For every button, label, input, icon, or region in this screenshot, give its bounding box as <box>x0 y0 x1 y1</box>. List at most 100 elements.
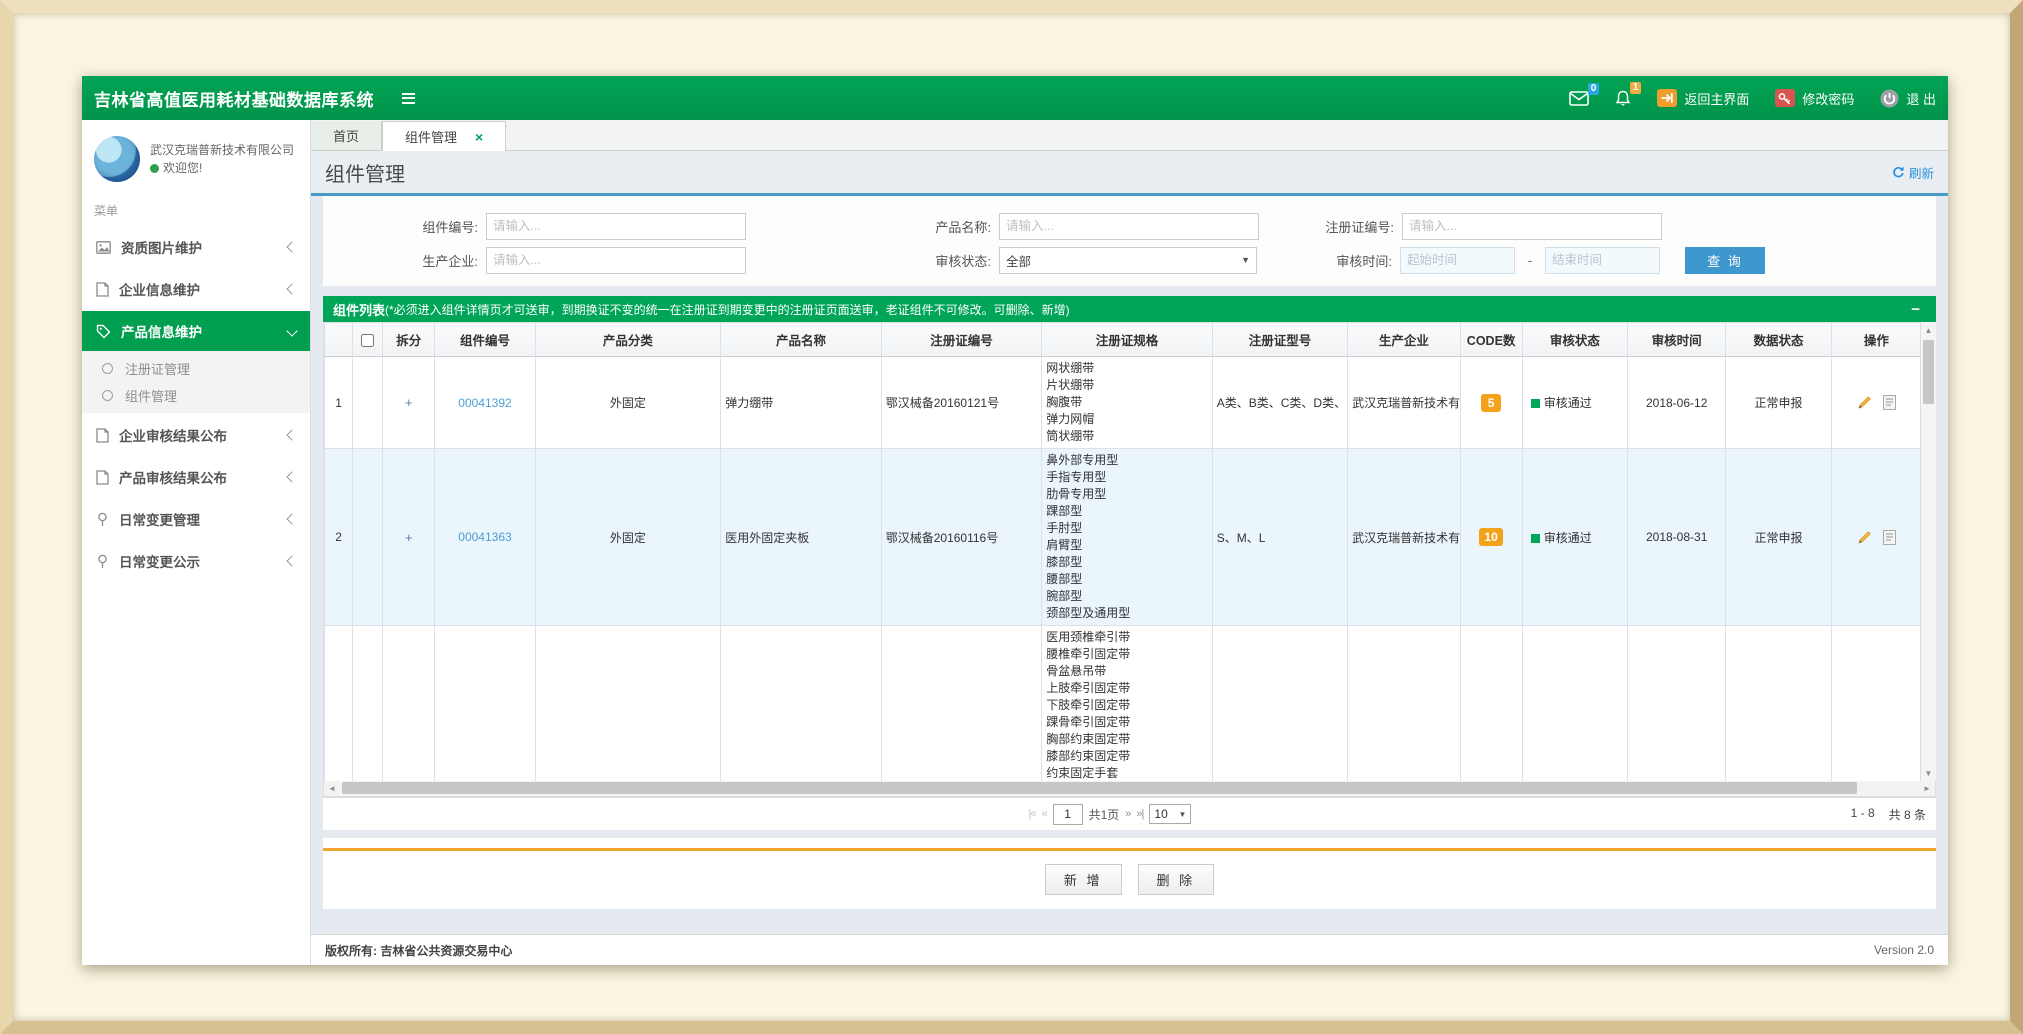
list-note: (*必须进入组件详情页才可送审，到期换证不变的统一在注册证到期变更中的注册证页面… <box>385 301 1070 318</box>
audit-status-select[interactable]: 全部 ▼ <box>999 247 1257 274</box>
pin-icon <box>96 554 109 569</box>
code-count-badge: 5 <box>1481 394 1501 412</box>
document-icon[interactable] <box>1883 530 1896 545</box>
orange-divider <box>323 848 1936 851</box>
horizontal-scrollbar[interactable]: ◄ ► <box>323 781 1936 797</box>
horizontal-scroll-thumb[interactable] <box>342 782 1857 794</box>
vertical-scrollbar[interactable]: ▲ ▼ <box>1920 322 1936 781</box>
component-code-link[interactable]: 00041392 <box>458 396 511 410</box>
sidebar-item-component-management[interactable]: 组件管理 <box>82 382 310 409</box>
key-icon <box>1775 89 1795 107</box>
circle-icon <box>102 390 113 401</box>
scroll-left-icon[interactable]: ◄ <box>324 781 340 795</box>
specs-cell: 网状绷带 片状绷带 胸腹带 弹力网帽 筒状绷带 <box>1042 357 1213 449</box>
audit-pass-square-icon <box>1531 534 1540 543</box>
edit-pencil-icon[interactable] <box>1857 395 1872 410</box>
sidebar-item-daily-change-management[interactable]: 日常变更管理 <box>82 499 310 539</box>
bell-badge: 1 <box>1630 82 1642 94</box>
query-button[interactable]: 查 询 <box>1685 247 1765 274</box>
welcome-text: 欢迎您! <box>163 159 202 177</box>
tab-component-management[interactable]: 组件管理 × <box>382 121 506 151</box>
footer: 版权所有: 吉林省公共资源交易中心 Version 2.0 <box>311 934 1948 965</box>
scroll-right-icon[interactable]: ► <box>1919 781 1935 795</box>
delete-button[interactable]: 删 除 <box>1138 864 1215 895</box>
page-size-select[interactable]: 10 ▼ <box>1149 804 1191 824</box>
audit-status-label: 审核状态: <box>896 251 999 270</box>
table-header-row: 拆分 组件编号 产品分类 产品名称 注册证编号 注册证规格 注册证型号 生产企业… <box>325 323 1922 357</box>
prev-page-button[interactable]: « <box>1041 808 1046 820</box>
sidebar-item-cert-management[interactable]: 注册证管理 <box>82 355 310 382</box>
sidebar-item-daily-change-publicity[interactable]: 日常变更公示 <box>82 541 310 581</box>
first-page-button[interactable]: |« <box>1028 808 1035 820</box>
row-checkbox-cell <box>353 626 383 782</box>
version-text: Version 2.0 <box>1874 943 1934 957</box>
collapse-icon[interactable]: − <box>1905 301 1926 318</box>
manufacturer-input[interactable] <box>486 247 746 274</box>
sidebar-item-product-info[interactable]: 产品信息维护 <box>82 311 310 351</box>
topbar-actions: 0 1 返回主界面 修改密码 退 出 <box>1569 89 1936 108</box>
scroll-down-icon[interactable]: ▼ <box>1921 765 1936 781</box>
sidebar-item-product-audit-results[interactable]: 产品审核结果公布 <box>82 457 310 497</box>
add-button[interactable]: 新 增 <box>1045 864 1122 895</box>
chevron-left-icon <box>286 471 297 482</box>
audit-status-cell: 审核通过 <box>1522 449 1627 626</box>
component-code-link[interactable]: 00041363 <box>458 530 511 544</box>
file-icon <box>96 428 109 443</box>
chevron-left-icon <box>286 283 297 294</box>
last-page-button[interactable]: »| <box>1136 808 1143 820</box>
chevron-left-icon <box>286 429 297 440</box>
file-icon <box>96 470 109 485</box>
mail-icon[interactable]: 0 <box>1569 91 1589 106</box>
expand-row-icon[interactable]: + <box>405 395 413 410</box>
search-panel: 组件编号: 产品名称: 注册证编号: <box>323 196 1936 286</box>
checkbox-column-header <box>353 323 383 357</box>
start-date-input[interactable] <box>1400 247 1515 274</box>
row-index: 2 <box>325 449 353 626</box>
end-date-input[interactable] <box>1545 247 1660 274</box>
close-icon[interactable]: × <box>475 130 483 144</box>
return-main-button[interactable]: 返回主界面 <box>1657 89 1749 108</box>
row-checkbox-cell <box>353 357 383 449</box>
change-password-button[interactable]: 修改密码 <box>1775 89 1854 108</box>
file-icon <box>96 282 109 297</box>
row-checkbox-cell <box>353 449 383 626</box>
table-row: 医用颈椎牵引带 腰椎牵引固定带 骨盆悬吊带 上肢牵引固定带 下肢牵引固定带 踝骨… <box>325 626 1922 782</box>
next-page-button[interactable]: » <box>1125 808 1130 820</box>
sidebar: 武汉克瑞普新技术有限公司 欢迎您! 菜单 资质图片维护 企业信息维护 <box>82 120 311 965</box>
row-index: 1 <box>325 357 353 449</box>
bell-icon[interactable]: 1 <box>1615 90 1631 107</box>
row-actions <box>1831 449 1921 626</box>
chevron-left-icon <box>286 241 297 252</box>
hamburger-menu-icon[interactable] <box>402 93 415 104</box>
index-column-header <box>325 323 353 357</box>
content-area: 首页 组件管理 × 组件管理 刷新 组件编 <box>311 120 1948 965</box>
action-panel: 新 增 删 除 <box>323 838 1936 909</box>
tab-home[interactable]: 首页 <box>311 121 382 150</box>
cert-no-input[interactable] <box>1402 213 1662 240</box>
date-range-separator: - <box>1526 253 1534 268</box>
component-no-input[interactable] <box>486 213 746 240</box>
product-name-input[interactable] <box>999 213 1259 240</box>
document-icon[interactable] <box>1883 395 1896 410</box>
expand-row-icon[interactable]: + <box>405 530 413 545</box>
table-row: 2 + 00041363 外固定 医用外固定夹板 鄂汉械备20160116号 鼻… <box>325 449 1922 626</box>
app-title: 吉林省高值医用耗材基础数据库系统 <box>94 86 374 111</box>
avatar[interactable] <box>94 136 140 182</box>
select-all-checkbox[interactable] <box>361 334 374 347</box>
vertical-scroll-thumb[interactable] <box>1923 340 1934 404</box>
refresh-link[interactable]: 刷新 <box>1892 163 1934 182</box>
logout-button[interactable]: 退 出 <box>1880 89 1936 108</box>
total-pages-label: 共1页 <box>1089 806 1120 823</box>
audit-pass-square-icon <box>1531 399 1540 408</box>
sidebar-item-company-audit-results[interactable]: 企业审核结果公布 <box>82 415 310 455</box>
desktop-frame: 吉林省高值医用耗材基础数据库系统 0 1 返回主界面 修改密码 <box>0 0 2023 1034</box>
sidebar-item-company-info[interactable]: 企业信息维护 <box>82 269 310 309</box>
scroll-up-icon[interactable]: ▲ <box>1921 322 1936 338</box>
page-number-input[interactable] <box>1053 804 1083 825</box>
specs-cell: 鼻外部专用型 手指专用型 肋骨专用型 踝部型 手肘型 肩臂型 膝部型 腰部型 腕 <box>1042 449 1213 626</box>
pin-icon <box>96 512 109 527</box>
sidebar-item-qualification-images[interactable]: 资质图片维护 <box>82 227 310 267</box>
code-count-badge: 10 <box>1479 528 1502 546</box>
edit-pencil-icon[interactable] <box>1857 530 1872 545</box>
audit-status-cell: 审核通过 <box>1522 357 1627 449</box>
